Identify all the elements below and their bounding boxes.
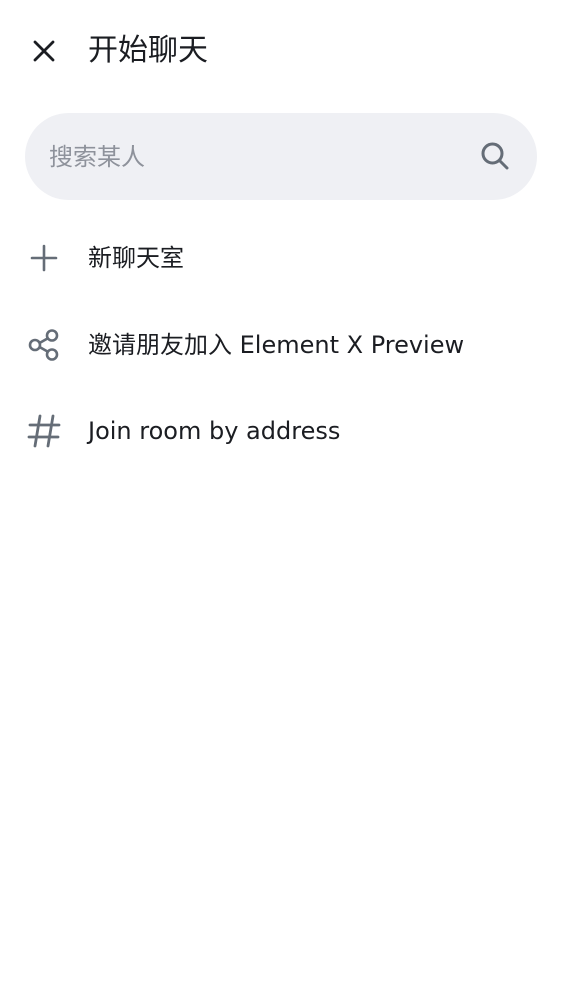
menu-item-label: 新聊天室	[88, 244, 184, 272]
menu-item-join-by-address[interactable]: Join room by address	[0, 391, 562, 471]
menu-item-new-room[interactable]: 新聊天室	[0, 218, 562, 298]
close-icon	[33, 40, 55, 62]
menu-item-label: 邀请朋友加入 Element X Preview	[88, 331, 465, 359]
search-input[interactable]	[49, 113, 459, 200]
menu-item-label: Join room by address	[88, 417, 341, 445]
search-icon[interactable]	[479, 140, 511, 172]
plus-icon	[26, 240, 62, 276]
close-button[interactable]	[22, 29, 66, 73]
menu-item-invite-friends[interactable]: 邀请朋友加入 Element X Preview	[0, 305, 562, 385]
share-icon	[26, 327, 62, 363]
hash-icon	[26, 413, 62, 449]
search-bar[interactable]	[25, 113, 537, 200]
page-title: 开始聊天	[88, 33, 208, 68]
top-app-bar: 开始聊天	[0, 0, 562, 104]
